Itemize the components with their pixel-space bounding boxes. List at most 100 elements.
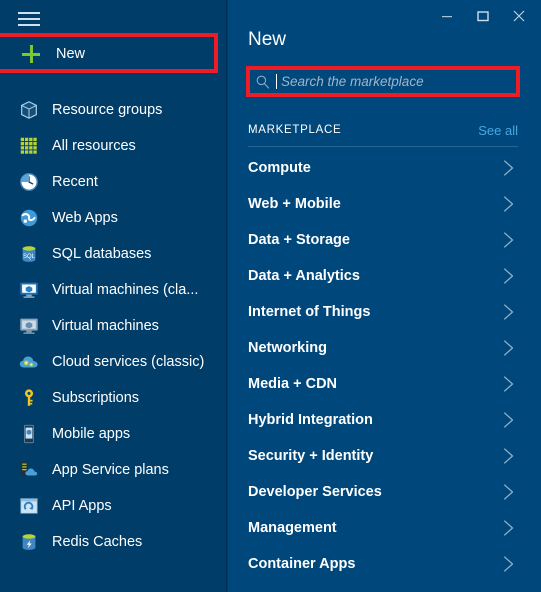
sidebar-item-virtual-machines-cla[interactable]: Virtual machines (cla... xyxy=(0,272,227,308)
marketplace-item-data-storage[interactable]: Data + Storage xyxy=(248,222,518,258)
search-icon xyxy=(256,75,270,89)
sidebar-item-label: Redis Caches xyxy=(52,534,143,550)
marketplace-item-label: Security + Identity xyxy=(248,448,374,464)
marketplace-heading: MARKETPLACE xyxy=(248,124,342,136)
sidebar-nav-list: Resource groups All resources Recent Web Ap… xyxy=(0,92,227,560)
web-apps-globe-icon xyxy=(20,209,38,227)
marketplace-item-security-identity[interactable]: Security + Identity xyxy=(248,438,518,474)
marketplace-item-label: Management xyxy=(248,520,337,536)
minimize-button[interactable] xyxy=(429,4,465,28)
marketplace-item-web-mobile[interactable]: Web + Mobile xyxy=(248,186,518,222)
sidebar-item-label: App Service plans xyxy=(52,462,169,478)
cloud-services-icon xyxy=(19,356,38,368)
sidebar-item-label: Resource groups xyxy=(52,102,163,118)
marketplace-item-hybrid-integration[interactable]: Hybrid Integration xyxy=(248,402,518,438)
sidebar-item-all-resources[interactable]: All resources xyxy=(0,128,227,164)
sidebar-item-label: Web Apps xyxy=(52,210,118,226)
marketplace-item-label: Data + Analytics xyxy=(248,268,360,284)
maximize-button[interactable] xyxy=(465,4,501,28)
virtual-machine-classic-icon xyxy=(20,282,38,298)
sidebar: New Resource groups All resources Recent We… xyxy=(0,0,227,592)
sidebar-item-cloud-services-classic[interactable]: Cloud services (classic) xyxy=(0,344,227,380)
marketplace-item-management[interactable]: Management xyxy=(248,510,518,546)
sidebar-item-label: Virtual machines (cla... xyxy=(52,282,199,298)
marketplace-item-internet-of-things[interactable]: Internet of Things xyxy=(248,294,518,330)
marketplace-item-label: Media + CDN xyxy=(248,376,338,392)
clock-icon xyxy=(20,173,38,191)
sidebar-item-virtual-machines[interactable]: Virtual machines xyxy=(0,308,227,344)
svg-text:SQL: SQL xyxy=(23,254,36,260)
sql-database-icon: SQL xyxy=(22,246,36,262)
hamburger-line xyxy=(18,18,40,20)
plus-icon xyxy=(22,45,40,63)
marketplace-item-label: Web + Mobile xyxy=(248,196,341,212)
chevron-right-icon xyxy=(504,520,514,536)
redis-cache-icon xyxy=(22,534,36,550)
all-resources-grid-icon xyxy=(20,137,37,154)
sidebar-item-redis-caches[interactable]: Redis Caches xyxy=(0,524,227,560)
marketplace-item-label: Compute xyxy=(248,160,311,176)
sidebar-item-recent[interactable]: Recent xyxy=(0,164,227,200)
chevron-right-icon xyxy=(504,412,514,428)
chevron-right-icon xyxy=(504,556,514,572)
chevron-right-icon xyxy=(504,304,514,320)
sidebar-item-label: Cloud services (classic) xyxy=(52,354,205,370)
marketplace-item-label: Container Apps xyxy=(248,556,356,572)
sidebar-item-label: SQL databases xyxy=(52,246,152,262)
sidebar-item-label: Mobile apps xyxy=(52,426,131,442)
sidebar-item-app-service-plans[interactable]: App Service plans xyxy=(0,452,227,488)
marketplace-divider xyxy=(248,146,518,147)
marketplace-item-label: Data + Storage xyxy=(248,232,350,248)
marketplace-item-label: Hybrid Integration xyxy=(248,412,373,428)
virtual-machine-icon xyxy=(20,318,38,334)
search-input[interactable]: Search the marketplace xyxy=(248,68,518,95)
sidebar-item-sql-databases[interactable]: SQL SQL databases xyxy=(0,236,227,272)
marketplace-item-label: Networking xyxy=(248,340,327,356)
azure-portal-window: New Resource groups All resources Recent We… xyxy=(0,0,541,592)
marketplace-item-compute[interactable]: Compute xyxy=(248,150,518,186)
hamburger-line xyxy=(18,12,40,14)
chevron-right-icon xyxy=(504,448,514,464)
sidebar-item-label: Subscriptions xyxy=(52,390,140,406)
close-button[interactable] xyxy=(501,4,537,28)
marketplace-item-networking[interactable]: Networking xyxy=(248,330,518,366)
sidebar-item-subscriptions[interactable]: Subscriptions xyxy=(0,380,227,416)
marketplace-item-container-apps[interactable]: Container Apps xyxy=(248,546,518,582)
sidebar-item-label: Virtual machines xyxy=(52,318,159,334)
chevron-right-icon xyxy=(504,268,514,284)
resource-groups-icon xyxy=(21,101,37,119)
marketplace-list: Compute Web + Mobile Data + Storage Data + … xyxy=(248,150,518,582)
chevron-right-icon xyxy=(504,232,514,248)
chevron-right-icon xyxy=(504,160,514,176)
api-apps-icon xyxy=(20,498,38,514)
marketplace-header: MARKETPLACE See all xyxy=(248,121,518,139)
marketplace-item-developer-services[interactable]: Developer Services xyxy=(248,474,518,510)
chevron-right-icon xyxy=(504,196,514,212)
chevron-right-icon xyxy=(504,376,514,392)
sidebar-item-resource-groups[interactable]: Resource groups xyxy=(0,92,227,128)
search-area: Search the marketplace xyxy=(246,66,520,97)
sidebar-item-new-label: New xyxy=(56,46,86,62)
app-service-plan-icon xyxy=(20,461,38,476)
sidebar-item-label: All resources xyxy=(52,138,136,154)
sidebar-item-mobile-apps[interactable]: Mobile apps xyxy=(0,416,227,452)
sidebar-item-web-apps[interactable]: Web Apps xyxy=(0,200,227,236)
page-title: New xyxy=(248,29,287,50)
sidebar-item-api-apps[interactable]: API Apps xyxy=(0,488,227,524)
new-blade-panel: New Search the marketplace MARKETPLACE S… xyxy=(228,0,541,592)
sidebar-item-label: Recent xyxy=(52,174,98,190)
key-icon xyxy=(24,389,34,406)
see-all-link[interactable]: See all xyxy=(478,123,518,138)
search-placeholder: Search the marketplace xyxy=(281,74,424,89)
mobile-phone-icon xyxy=(24,424,34,444)
marketplace-item-data-analytics[interactable]: Data + Analytics xyxy=(248,258,518,294)
text-caret xyxy=(276,74,277,89)
chevron-right-icon xyxy=(504,340,514,356)
sidebar-item-label: API Apps xyxy=(52,498,112,514)
window-controls xyxy=(429,4,537,28)
sidebar-item-new[interactable]: New xyxy=(0,38,222,70)
marketplace-item-media-cdn[interactable]: Media + CDN xyxy=(248,366,518,402)
chevron-right-icon xyxy=(504,484,514,500)
marketplace-item-label: Developer Services xyxy=(248,484,382,500)
hamburger-icon[interactable] xyxy=(18,12,40,28)
